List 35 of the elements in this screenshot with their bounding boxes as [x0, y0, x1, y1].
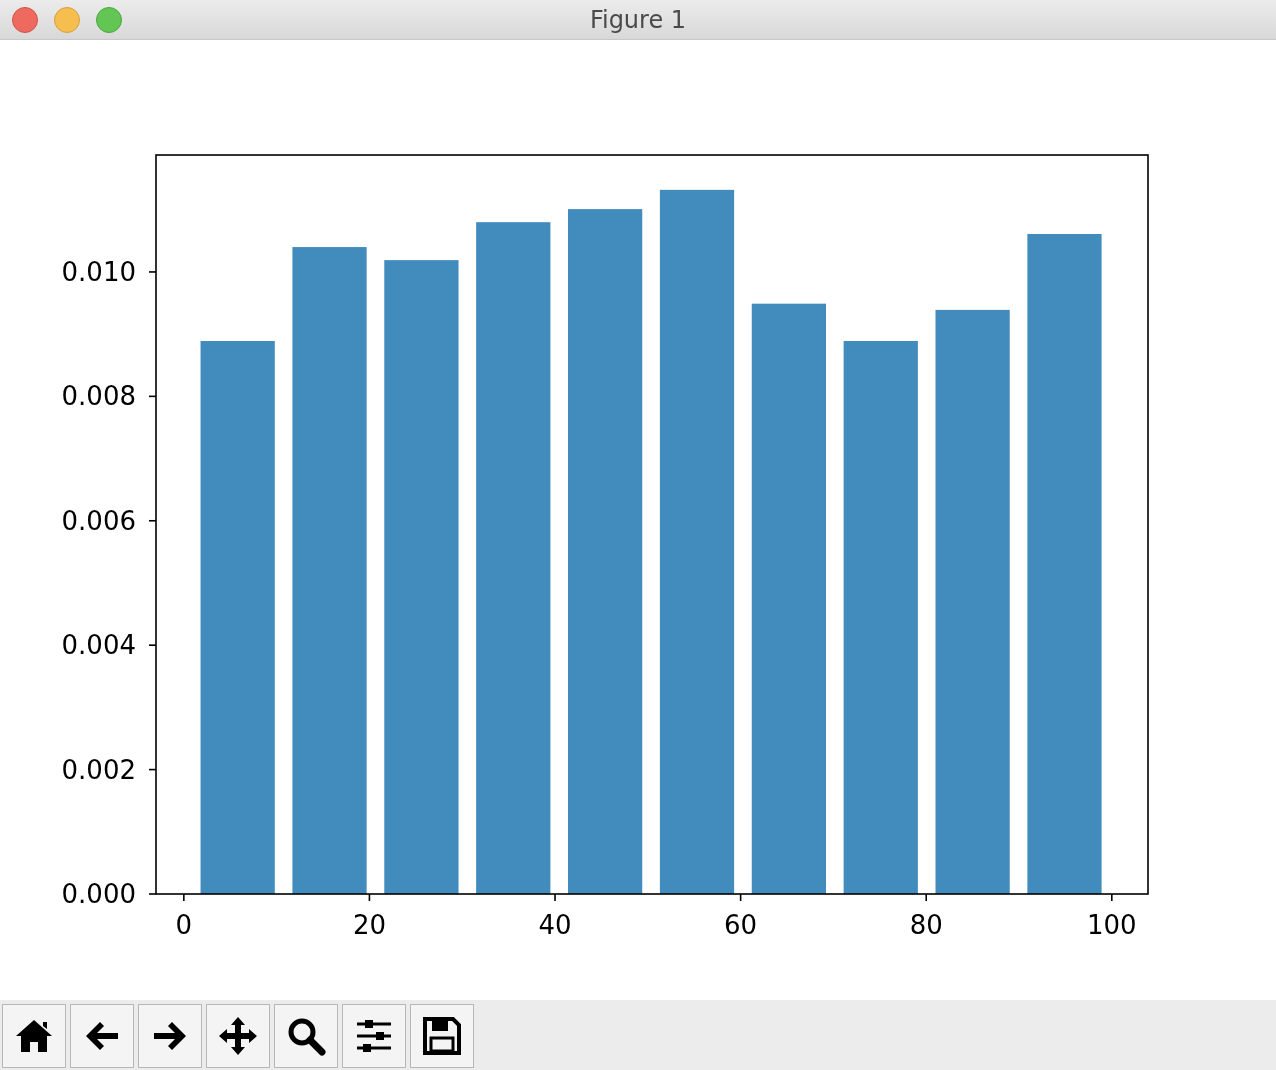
close-button[interactable] [12, 7, 38, 33]
tick-label: 0.002 [61, 754, 136, 785]
zoom-button[interactable] [274, 1004, 338, 1068]
tick-mark [368, 893, 371, 902]
tick-label: 80 [909, 910, 943, 940]
tick-label: 0 [175, 910, 193, 940]
move-arrows-icon [218, 1016, 258, 1056]
tick-label: 0.004 [61, 630, 136, 661]
tick-label: 0.006 [61, 505, 136, 536]
tick-mark [148, 768, 157, 771]
tick-label: 0.008 [61, 381, 136, 412]
tick-label: 20 [352, 910, 386, 940]
tick-label: 60 [724, 910, 758, 940]
tick-label: 0.010 [61, 256, 136, 287]
tick-mark [554, 893, 556, 902]
back-button[interactable] [70, 1004, 134, 1068]
tick-mark [925, 893, 927, 902]
tick-mark [148, 893, 157, 895]
tick-mark [183, 893, 185, 902]
tick-mark [148, 519, 157, 522]
save-button[interactable] [410, 1004, 474, 1068]
tick-label: 40 [538, 910, 572, 940]
tick-mark [148, 271, 157, 273]
window-title: Figure 1 [589, 5, 687, 34]
search-icon [286, 1016, 326, 1056]
configure-button[interactable] [342, 1004, 406, 1068]
tick-label: 0.000 [61, 879, 136, 909]
tick-mark [148, 395, 157, 398]
forward-button[interactable] [138, 1004, 202, 1068]
tick-mark [148, 644, 157, 646]
tick-mark [739, 893, 742, 902]
tick-label: 100 [1087, 910, 1137, 940]
tick-mark [1111, 893, 1113, 902]
pan-button[interactable] [206, 1004, 270, 1068]
home-button[interactable] [2, 1004, 66, 1068]
